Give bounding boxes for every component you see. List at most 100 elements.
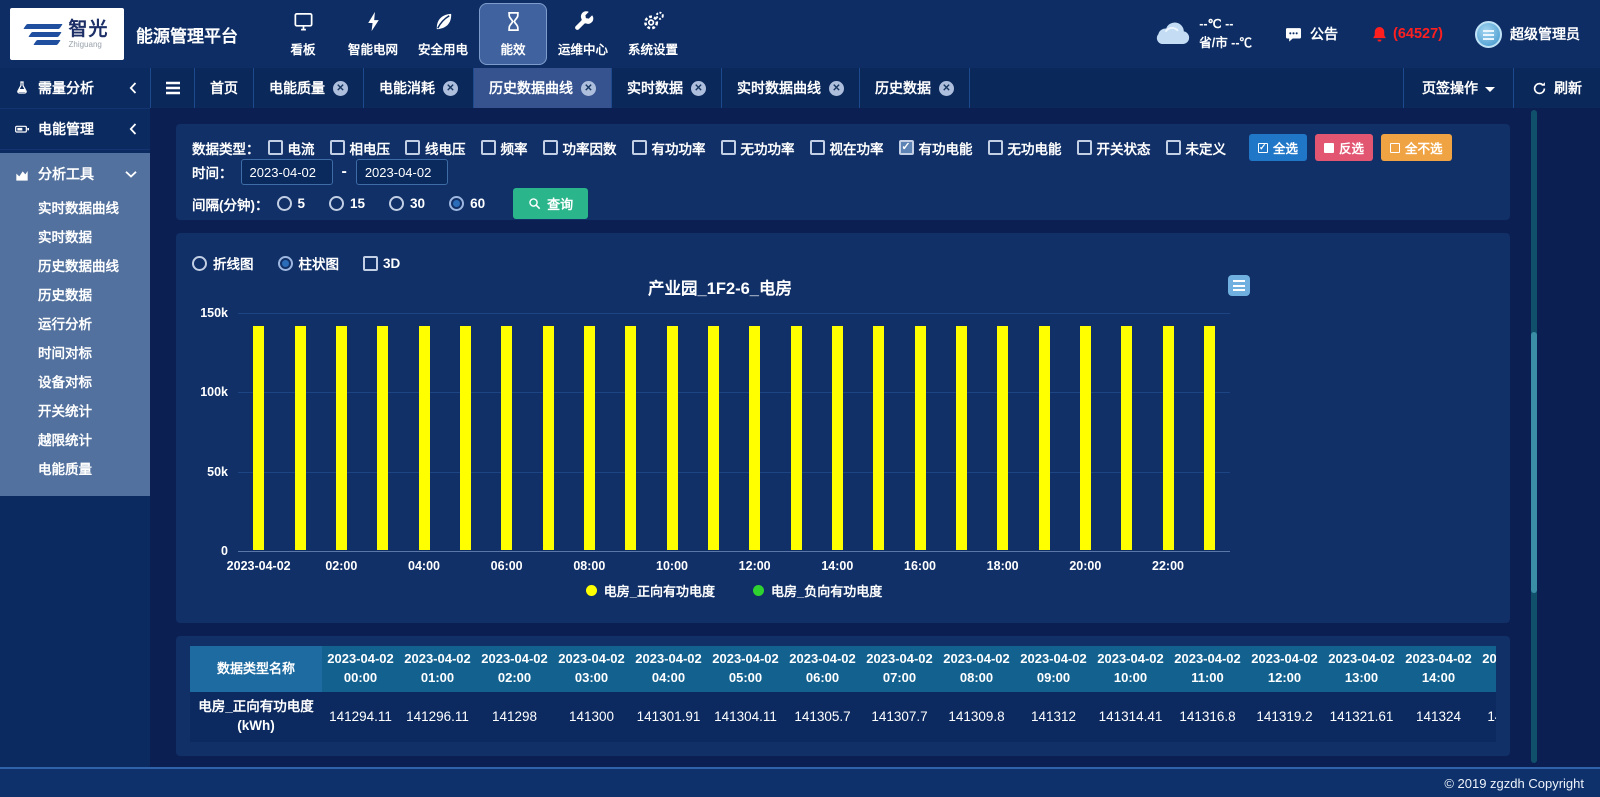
table-header-cell: 2023-04-0202:00	[476, 646, 553, 692]
sidebar-group-demand-analysis[interactable]: 需量分析	[0, 68, 150, 109]
bar	[749, 326, 760, 550]
query-button[interactable]: 查询	[513, 188, 588, 219]
line-chart-radio[interactable]: 折线图	[192, 253, 254, 273]
datatype-checkbox[interactable]: 电流	[268, 138, 315, 158]
chart-legend: 电房_正向有功电度 电房_负向有功电度	[238, 581, 1230, 600]
scrollbar-thumb[interactable]	[1531, 332, 1537, 593]
sidebar-item[interactable]: 越限统计	[0, 426, 150, 455]
sidebar-item[interactable]: 实时数据	[0, 223, 150, 252]
sidebar-item[interactable]: 运行分析	[0, 310, 150, 339]
datatype-checkbox[interactable]: 有功功率	[632, 138, 706, 158]
datatype-checkbox[interactable]: 开关状态	[1077, 138, 1151, 158]
datatype-checkbox[interactable]: 无功电能	[988, 138, 1062, 158]
table-cell: 141294.11	[322, 692, 399, 742]
logo-stripes-icon	[25, 24, 61, 45]
y-tick-label: 0	[221, 544, 228, 558]
checkbox-icon	[721, 140, 736, 155]
interval-label: 间隔(分钟)：	[192, 194, 269, 214]
table-cell: 141324	[1400, 692, 1477, 742]
table-panel: 数据类型名称 2023-04-0200:002023-04-0201:00202…	[176, 636, 1510, 756]
close-icon[interactable]: ✕	[443, 81, 458, 96]
radio-icon	[278, 256, 293, 271]
hamburger-icon	[165, 81, 181, 95]
close-icon[interactable]: ✕	[829, 81, 844, 96]
table-header-cell: 2023-04-0205:00	[707, 646, 784, 692]
alarm-button[interactable]: (64527)	[1370, 25, 1443, 44]
tab[interactable]: 电能消耗✕	[364, 68, 474, 108]
select-none-button[interactable]: 全不选	[1381, 134, 1452, 161]
analysis-tools-icon	[14, 166, 38, 182]
close-icon[interactable]: ✕	[581, 81, 596, 96]
close-icon[interactable]: ✕	[939, 81, 954, 96]
datatype-checkbox[interactable]: 功率因数	[543, 138, 617, 158]
sidebar-item[interactable]: 设备对标	[0, 368, 150, 397]
nav-item-safety-power[interactable]: 安全用电	[409, 3, 477, 65]
sidebar-item[interactable]: 电能质量	[0, 455, 150, 484]
threed-checkbox[interactable]: 3D	[363, 256, 400, 271]
sidebar-group-energy-mgmt[interactable]: 电能管理	[0, 109, 150, 150]
interval-radio-30[interactable]: 30	[389, 196, 425, 211]
legend-dot-icon	[586, 585, 597, 596]
tab-operations-dropdown[interactable]: 页签操作	[1403, 68, 1513, 108]
chart-menu-icon[interactable]	[1228, 275, 1250, 296]
tab-operations-label: 页签操作	[1422, 78, 1478, 98]
tab[interactable]: 实时数据✕	[612, 68, 722, 108]
refresh-button[interactable]: 刷新	[1513, 68, 1600, 108]
interval-radio-60[interactable]: 60	[449, 196, 485, 211]
table-cell: 141304.11	[707, 692, 784, 742]
table-header-cell: 2023-04-0203:00	[553, 646, 630, 692]
user-menu[interactable]: 超级管理员	[1475, 21, 1580, 48]
tab[interactable]: 电能质量✕	[254, 68, 364, 108]
nav-item-dashboard[interactable]: 看板	[269, 3, 337, 65]
table-header-cell: 2023-04-0211:00	[1169, 646, 1246, 692]
menu-toggle-button[interactable]	[151, 68, 195, 108]
checkbox-icon	[268, 140, 283, 155]
table-cell: 141316.8	[1169, 692, 1246, 742]
datatype-checkbox[interactable]: 未定义	[1166, 138, 1227, 158]
nav-item-system-settings[interactable]: 系统设置	[619, 3, 687, 65]
datatype-checkbox[interactable]: 视在功率	[810, 138, 884, 158]
invert-selection-button[interactable]: 反选	[1315, 134, 1373, 161]
nav-item-smart-grid[interactable]: 智能电网	[339, 3, 407, 65]
sidebar-item[interactable]: 实时数据曲线	[0, 194, 150, 223]
x-tick-label: 02:00	[325, 559, 357, 573]
datatype-checkbox[interactable]: 线电压	[405, 138, 466, 158]
sidebar-item[interactable]: 时间对标	[0, 339, 150, 368]
date-to-input[interactable]	[356, 159, 448, 185]
table-header-cell: 2023-04-0213:00	[1323, 646, 1400, 692]
interval-radio-5[interactable]: 5	[277, 196, 306, 211]
datatype-checkbox[interactable]: 频率	[481, 138, 528, 158]
sidebar-item[interactable]: 历史数据曲线	[0, 252, 150, 281]
close-icon[interactable]: ✕	[333, 81, 348, 96]
legend-item[interactable]: 电房_正向有功电度	[586, 581, 715, 600]
bar-chart-radio[interactable]: 柱状图	[278, 253, 340, 273]
checkbox-icon	[330, 140, 345, 155]
tab[interactable]: 历史数据曲线✕	[474, 68, 612, 108]
legend-item[interactable]: 电房_负向有功电度	[753, 581, 882, 600]
tab[interactable]: 历史数据✕	[860, 68, 970, 108]
table-header-cell: 2023-04-0210:00	[1092, 646, 1169, 692]
nav-item-efficiency[interactable]: 能效	[479, 3, 547, 65]
datatype-checkbox[interactable]: 相电压	[330, 138, 391, 158]
date-from-input[interactable]	[241, 159, 333, 185]
nav-item-ops-center[interactable]: 运维中心	[549, 3, 617, 65]
sidebar-item[interactable]: 历史数据	[0, 281, 150, 310]
tab[interactable]: 首页	[195, 68, 254, 108]
checkbox-icon	[988, 140, 1003, 155]
refresh-label: 刷新	[1554, 78, 1582, 98]
vertical-scrollbar[interactable]	[1531, 110, 1537, 763]
notice-button[interactable]: 公告	[1284, 24, 1338, 44]
interval-radio-15[interactable]: 15	[329, 196, 365, 211]
select-all-button[interactable]: 全选	[1249, 134, 1307, 161]
table-header-cell: 2023-04-0204:00	[630, 646, 707, 692]
sidebar-group-analysis-tools[interactable]: 分析工具	[0, 153, 150, 194]
datatype-checkbox[interactable]: 无功功率	[721, 138, 795, 158]
bell-icon	[1370, 25, 1389, 44]
sidebar-item[interactable]: 开关统计	[0, 397, 150, 426]
time-label: 时间：	[192, 162, 233, 182]
datatype-checkbox[interactable]: ✓有功电能	[899, 138, 973, 158]
close-icon[interactable]: ✕	[691, 81, 706, 96]
checkbox-icon	[810, 140, 825, 155]
bar	[1204, 326, 1215, 550]
tab[interactable]: 实时数据曲线✕	[722, 68, 860, 108]
